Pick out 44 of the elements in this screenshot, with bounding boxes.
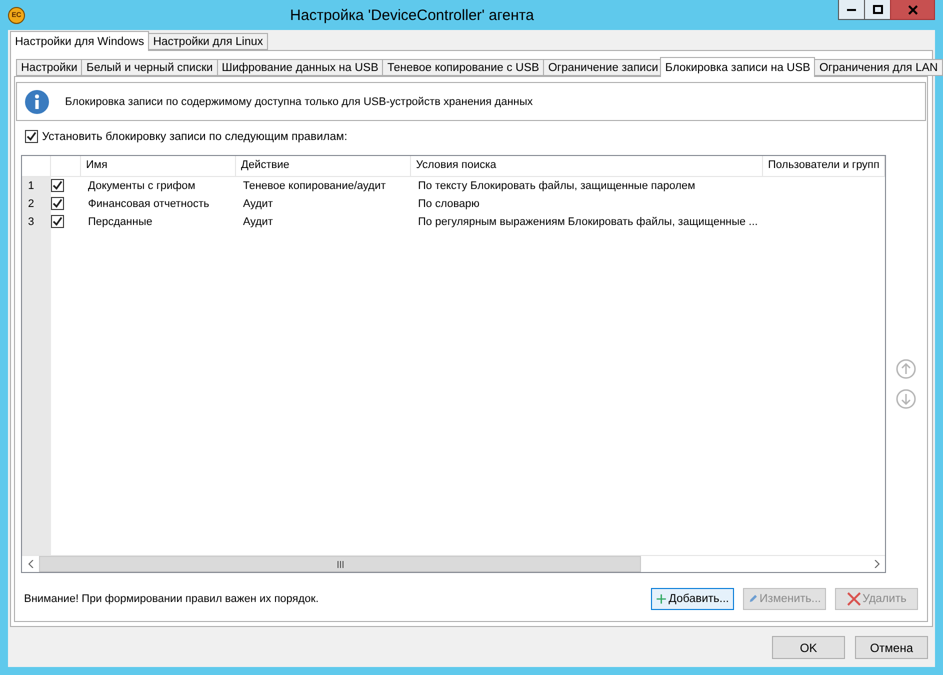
tab[interactable]: Настройки для Windows xyxy=(10,31,150,51)
row-number: 3 xyxy=(27,216,36,228)
cancel-button[interactable]: Отмена xyxy=(855,636,928,659)
tab[interactable]: Шифрование данных на USB xyxy=(216,59,384,76)
table-cell-text: Теневое копирование/аудит xyxy=(242,180,387,192)
minimize-icon xyxy=(847,8,856,11)
table-cell-text: По регулярным выражениям Блокировать файлы, защищенные ... xyxy=(417,216,759,228)
chevron-right-icon xyxy=(874,560,880,568)
table-cell-text: Аудит xyxy=(242,198,274,210)
table-cell-text: Финансовая отчетность xyxy=(87,198,210,210)
table-cell-text: По словарю xyxy=(417,198,480,210)
row-number: 2 xyxy=(27,198,36,210)
ok-button[interactable]: OK xyxy=(772,636,845,659)
row-checkbox[interactable] xyxy=(51,196,64,210)
scroll-right-button[interactable] xyxy=(868,556,885,572)
scrollbar-thumb[interactable] xyxy=(39,556,641,572)
table-cell-text: Документы с грифом xyxy=(87,180,196,192)
row-number: 1 xyxy=(27,180,36,192)
info-text: Блокировка записи по содержимому доступна только для USB-устройств хранения данных xyxy=(65,96,533,108)
scroll-left-button[interactable] xyxy=(22,556,39,572)
checkbox-label: Установить блокировку записи по следующим правилам: xyxy=(42,130,348,142)
row-checkbox[interactable] xyxy=(51,214,64,228)
tab[interactable]: Белый и черный списки xyxy=(81,59,218,76)
info-icon xyxy=(25,90,49,114)
chevron-left-icon xyxy=(28,560,34,568)
minimize-button[interactable] xyxy=(838,0,865,20)
cross-icon xyxy=(846,592,861,606)
table-cell-text: По тексту Блокировать файлы, защищенные паролем xyxy=(417,180,696,192)
tab[interactable]: Настройки для Linux xyxy=(148,33,268,50)
maximize-button[interactable] xyxy=(864,0,891,20)
row-checkbox[interactable] xyxy=(51,178,64,192)
close-icon xyxy=(908,4,918,14)
order-warning: Внимание! При формировании правил важен их порядок. xyxy=(24,593,320,605)
close-button[interactable] xyxy=(890,0,935,20)
table-cell-text: Аудит xyxy=(242,216,274,228)
tab[interactable]: Теневое копирование с USB xyxy=(382,59,544,76)
tab[interactable]: Настройки xyxy=(16,59,82,76)
checkbox[interactable] xyxy=(25,130,38,143)
window-title: Настройка 'DeviceController' агента xyxy=(289,6,535,24)
add-button[interactable]: Добавить... xyxy=(651,588,734,610)
table-cell-text: Перcданные xyxy=(87,216,154,228)
tab[interactable]: Ограничения для LAN xyxy=(814,59,943,76)
tab[interactable]: Блокировка записи на USB xyxy=(660,57,816,77)
maximize-icon xyxy=(872,5,882,14)
